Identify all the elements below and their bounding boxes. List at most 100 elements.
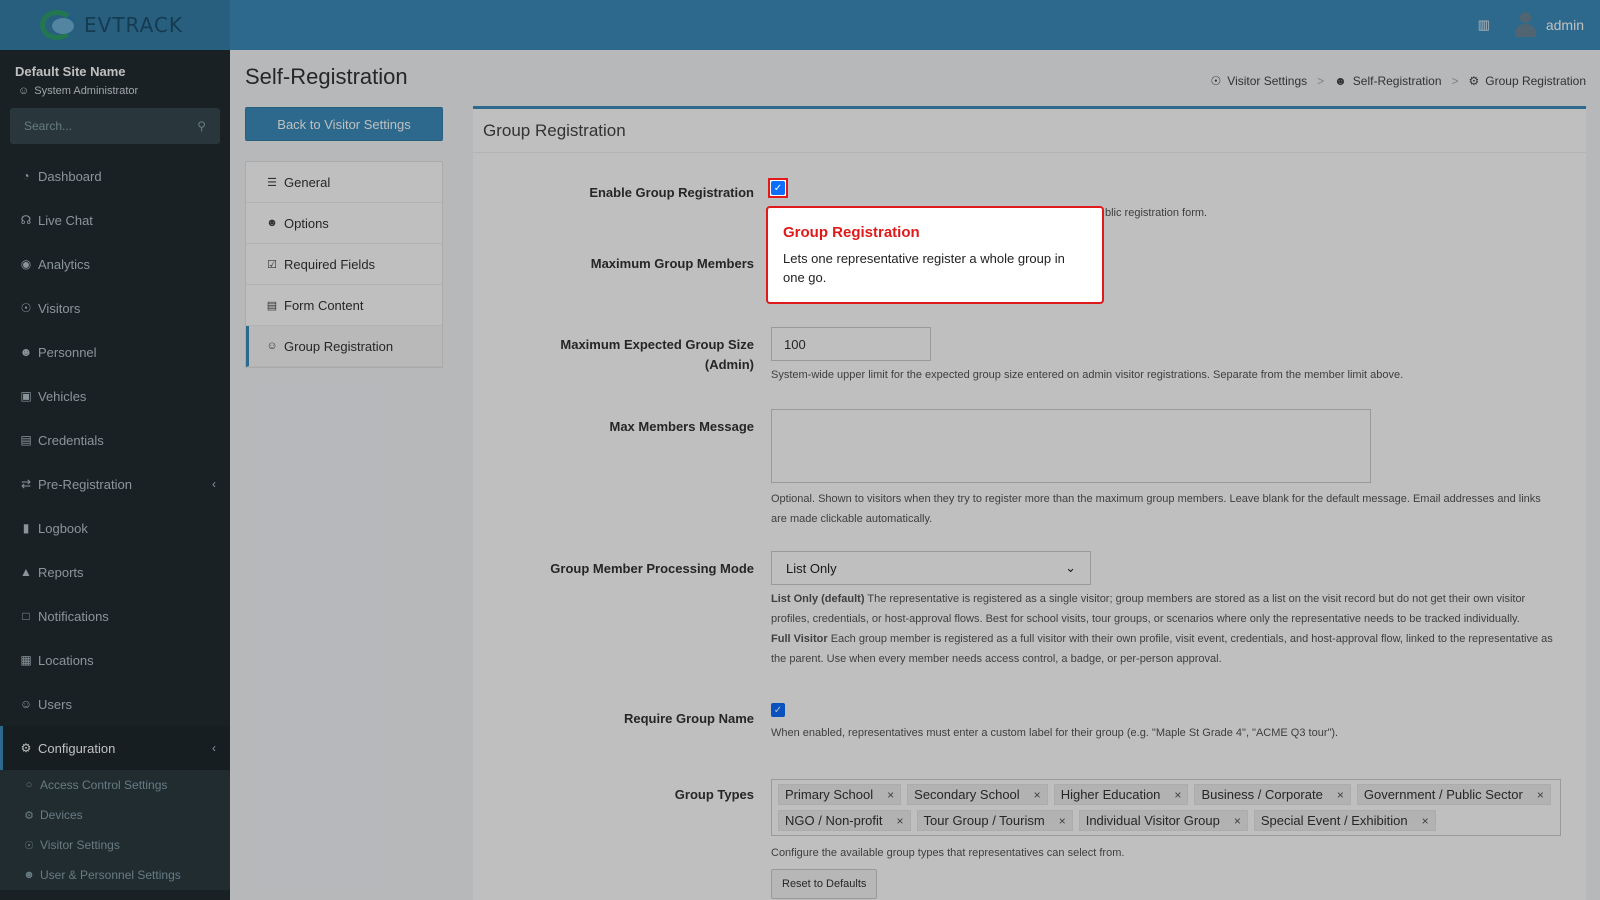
reset-to-defaults-button[interactable]: Reset to Defaults	[771, 869, 878, 899]
settings-nav-options[interactable]: ☻ Options	[246, 203, 442, 244]
max-expected-size-label-line1: Maximum Expected Group Size	[560, 337, 754, 352]
breadcrumb-self-registration[interactable]: Self-Registration	[1353, 74, 1442, 88]
tag-label: NGO / Non-profit	[785, 813, 883, 828]
processing-mode-select[interactable]: List Only ⌄	[771, 551, 1091, 585]
dashboard-icon: ◔	[22, 169, 30, 183]
remove-tag-icon[interactable]: ×	[1537, 788, 1544, 802]
remove-tag-icon[interactable]: ×	[897, 814, 904, 828]
sidebar-subitem-access-control[interactable]: ○ Access Control Settings	[0, 770, 230, 800]
sidebar-item-pre-registration[interactable]: ⇄ Pre-Registration ‹	[0, 462, 230, 506]
sidebar-item-visitors[interactable]: ☉ Visitors	[0, 286, 230, 330]
sidebar-item-label: Personnel	[38, 344, 97, 360]
group-type-tag: Tour Group / Tourism ×	[916, 810, 1073, 831]
group-type-tag: Special Event / Exhibition ×	[1253, 810, 1436, 831]
user-gear-icon: ☻	[266, 217, 278, 229]
max-members-message-textarea[interactable]	[771, 409, 1371, 483]
search-placeholder: Search...	[24, 119, 73, 133]
full-visitor-heading: Full Visitor	[771, 633, 828, 645]
car-icon: ▣	[20, 389, 32, 403]
sidebar-item-label: Reports	[38, 564, 84, 580]
sidebar-subitem-user-personnel[interactable]: ☻ User & Personnel Settings	[0, 860, 230, 890]
max-group-members-label: Maximum Group Members	[590, 256, 754, 271]
breadcrumb-group-registration: Group Registration	[1485, 74, 1586, 88]
chevron-left-icon: ‹	[212, 477, 216, 491]
max-members-message-help: Optional. Shown to visitors when they tr…	[771, 493, 1541, 525]
group-icon: ☺	[266, 340, 278, 352]
breadcrumb: ☉ Visitor Settings > ☻ Self-Registration…	[1211, 74, 1586, 88]
settings-nav-form-content[interactable]: ▤ Form Content	[246, 285, 442, 326]
remove-tag-icon[interactable]: ×	[1337, 788, 1344, 802]
sidebar-subitem-devices[interactable]: ⚙ Devices	[0, 800, 230, 830]
require-group-name-label: Require Group Name	[623, 711, 754, 726]
sidebar-item-label: Locations	[38, 652, 94, 668]
sidebar-item-vehicles[interactable]: ▣ Vehicles	[0, 374, 230, 418]
remove-tag-icon[interactable]: ×	[1034, 788, 1041, 802]
sidebar-item-label: Credentials	[38, 432, 104, 448]
chevron-left-icon: ‹	[212, 741, 216, 755]
sidebar-item-label: Configuration	[38, 740, 116, 756]
sidebar-item-configuration[interactable]: ⚙ Configuration ‹	[0, 726, 230, 770]
group-type-tag: Primary School ×	[778, 784, 902, 805]
remove-tag-icon[interactable]: ×	[887, 788, 894, 802]
remove-tag-icon[interactable]: ×	[1234, 814, 1241, 828]
sidebar-item-dashboard[interactable]: ◔ Dashboard	[0, 154, 230, 198]
sidebar-subitem-label: Devices	[40, 808, 83, 822]
brand-logo-area[interactable]: EVTRACK	[0, 0, 230, 50]
sidebar-item-label: Users	[38, 696, 72, 712]
highlighted-enable-checkbox[interactable]: ✓	[768, 178, 788, 198]
sidebar-item-credentials[interactable]: ▤ Credentials	[0, 418, 230, 462]
checkmark-icon: ✓	[771, 181, 785, 195]
processing-mode-label: Group Member Processing Mode	[550, 561, 754, 576]
remove-tag-icon[interactable]: ×	[1422, 814, 1429, 828]
sidebar-subitem-label: User & Personnel Settings	[40, 868, 181, 882]
search-input[interactable]: Search... ⚲	[10, 108, 220, 144]
remove-tag-icon[interactable]: ×	[1174, 788, 1181, 802]
sidebar-item-users[interactable]: ☺ Users	[0, 682, 230, 726]
sidebar-nav: ◔ Dashboard ☊ Live Chat ◉ Analytics ☉ Visito…	[0, 154, 230, 890]
breadcrumb-visitor-settings[interactable]: Visitor Settings	[1227, 74, 1307, 88]
enable-group-registration-help: blic registration form.	[1105, 207, 1208, 219]
building-icon: ▦	[20, 653, 32, 667]
remove-tag-icon[interactable]: ×	[1059, 814, 1066, 828]
group-types-tag-input[interactable]: Primary School × Secondary School × Higher…	[771, 779, 1561, 836]
settings-nav-general[interactable]: ☰ General	[246, 162, 442, 203]
tag-label: Primary School	[785, 787, 874, 802]
sidebar-item-locations[interactable]: ▦ Locations	[0, 638, 230, 682]
sidebar-item-logbook[interactable]: ▮ Logbook	[0, 506, 230, 550]
sidebar-item-label: Notifications	[38, 608, 109, 624]
user-role: ☺ System Administrator	[0, 79, 230, 97]
sidebar-subitem-visitor-settings[interactable]: ☉ Visitor Settings	[0, 830, 230, 860]
bell-icon: □	[22, 609, 30, 623]
group-types-help: Configure the available group types that…	[771, 847, 1125, 859]
search-icon[interactable]: ⚲	[197, 119, 206, 133]
sidebar-item-label: Logbook	[38, 520, 88, 536]
user-role-label: System Administrator	[34, 85, 139, 97]
user-gear-icon: ☻	[23, 869, 35, 881]
group-type-tag: Business / Corporate ×	[1194, 784, 1351, 805]
chart-icon: ▲	[20, 565, 32, 579]
require-group-name-checkbox[interactable]: ✓	[771, 703, 785, 717]
enable-group-registration-label: Enable Group Registration	[589, 185, 754, 200]
settings-nav-label: Options	[284, 215, 329, 231]
sidebar-item-notifications[interactable]: □ Notifications	[0, 594, 230, 638]
sliders-icon: ☰	[267, 176, 277, 189]
sidebar-item-label: Pre-Registration	[38, 476, 132, 492]
sidebar-item-personnel[interactable]: ☻ Personnel	[0, 330, 230, 374]
sidebar-item-analytics[interactable]: ◉ Analytics	[0, 242, 230, 286]
settings-nav-required-fields[interactable]: ☑ Required Fields	[246, 244, 442, 285]
book-icon[interactable]: ▥	[1478, 17, 1490, 33]
settings-nav-label: Form Content	[284, 297, 364, 313]
back-to-visitor-settings-button[interactable]: Back to Visitor Settings	[245, 107, 443, 141]
arrows-icon: ⇄	[20, 477, 32, 491]
max-expected-size-input[interactable]: 100	[771, 327, 931, 361]
sidebar-item-label: Visitors	[38, 300, 81, 316]
brand-name: EVTRACK	[84, 13, 184, 37]
avatar	[1514, 12, 1536, 38]
sidebar-item-reports[interactable]: ▲ Reports	[0, 550, 230, 594]
sidebar-item-live-chat[interactable]: ☊ Live Chat	[0, 198, 230, 242]
help-tooltip: Group Registration Lets one representati…	[766, 206, 1104, 304]
settings-nav-group-registration[interactable]: ☺ Group Registration	[246, 326, 442, 367]
user-gear-icon: ☻	[19, 345, 33, 359]
user-menu[interactable]: admin	[1514, 12, 1584, 38]
settings-nav-label: Group Registration	[284, 338, 394, 354]
